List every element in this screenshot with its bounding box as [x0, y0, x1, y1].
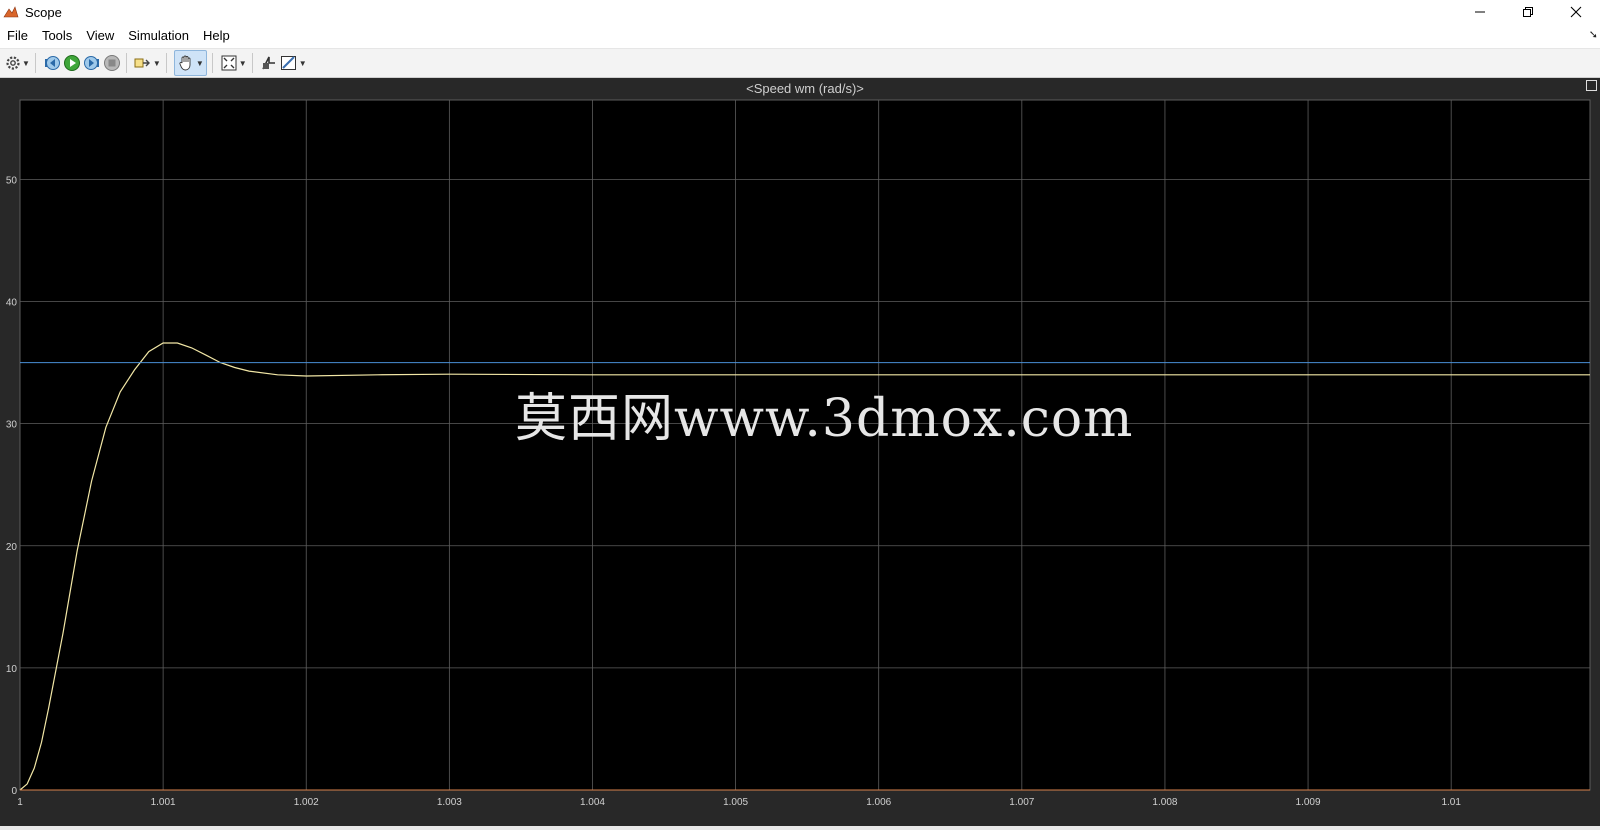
- settings-button[interactable]: ▼: [5, 51, 30, 75]
- autoscale-button[interactable]: [260, 51, 278, 75]
- step-forward-button[interactable]: [83, 51, 101, 75]
- run-icon: [63, 55, 80, 71]
- settings-gear-icon: [6, 56, 20, 70]
- restore-button[interactable]: [1504, 0, 1552, 24]
- menu-view[interactable]: View: [79, 24, 121, 48]
- y-tick-label: 30: [6, 420, 18, 431]
- menu-file[interactable]: File: [0, 24, 35, 48]
- pan-hand-icon: [179, 55, 191, 71]
- stop-button[interactable]: [103, 51, 121, 75]
- minimize-button[interactable]: [1456, 0, 1504, 24]
- toolbar-separator: [251, 53, 253, 73]
- scope-plot[interactable]: <Speed wm (rad/s)> 1 1.001 1.002 1.003 1.004…: [0, 78, 1600, 826]
- status-strip: [0, 826, 1600, 830]
- close-icon: [1570, 6, 1582, 18]
- chevron-down-icon[interactable]: ▼: [153, 59, 161, 68]
- window-controls: [1456, 0, 1600, 24]
- measurements-button[interactable]: ▼: [280, 51, 307, 75]
- measurements-icon: [280, 56, 296, 70]
- chevron-down-icon[interactable]: ▼: [239, 59, 247, 68]
- matlab-scope-icon: [3, 4, 19, 20]
- menu-tools[interactable]: Tools: [35, 24, 79, 48]
- toolbar-separator: [211, 53, 213, 73]
- menu-help[interactable]: Help: [196, 24, 237, 48]
- y-tick-label: 10: [6, 664, 18, 675]
- pan-button[interactable]: ▼: [173, 50, 207, 76]
- y-tick-label: 20: [6, 542, 18, 553]
- x-tick-label: 1.007: [1009, 797, 1034, 808]
- undock-icon[interactable]: [1586, 80, 1597, 91]
- autoscale-icon: [261, 56, 275, 70]
- title-bar: Scope: [0, 0, 1600, 24]
- y-tick-label: 0: [11, 786, 17, 797]
- step-back-button[interactable]: [43, 51, 61, 75]
- x-tick-label: 1.004: [580, 797, 605, 808]
- x-tick-label: 1.006: [866, 797, 891, 808]
- zoom-fit-icon: [221, 55, 237, 71]
- y-tick-label: 40: [6, 298, 18, 309]
- chevron-down-icon[interactable]: ▼: [196, 59, 204, 68]
- toolbar-separator: [34, 53, 36, 73]
- toolbar-separator: [125, 53, 127, 73]
- restore-icon: [1523, 7, 1533, 17]
- watermark-text: 莫西网www.3dmox.com: [515, 389, 1134, 449]
- x-tick-label: 1.008: [1152, 797, 1177, 808]
- menu-bar: File Tools View Simulation Help ➘: [0, 24, 1600, 49]
- x-tick-label: 1.001: [151, 797, 176, 808]
- x-tick-label: 1.005: [723, 797, 748, 808]
- scope-display[interactable]: <Speed wm (rad/s)> 1 1.001 1.002 1.003 1.004…: [0, 78, 1600, 826]
- stop-icon: [103, 55, 120, 71]
- toolbar: ▼ ▼ ▼ ▼ ▼: [0, 49, 1600, 78]
- x-tick-label: 1: [17, 797, 23, 808]
- x-tick-label: 1.01: [1441, 797, 1461, 808]
- toolbar-collapse-icon[interactable]: ➘: [1589, 28, 1598, 41]
- minimize-icon: [1475, 11, 1485, 13]
- y-tick-label: 50: [6, 175, 18, 186]
- step-back-icon: [44, 56, 60, 70]
- highlight-simulink-block-icon: [134, 58, 150, 68]
- zoom-fit-button[interactable]: ▼: [220, 51, 247, 75]
- plot-title: <Speed wm (rad/s)>: [746, 81, 864, 96]
- chevron-down-icon[interactable]: ▼: [299, 59, 307, 68]
- x-tick-label: 1.002: [294, 797, 319, 808]
- toolbar-separator: [165, 53, 167, 73]
- chevron-down-icon[interactable]: ▼: [22, 59, 30, 68]
- highlight-block-button[interactable]: ▼: [134, 51, 161, 75]
- close-button[interactable]: [1552, 0, 1600, 24]
- run-button[interactable]: [63, 51, 81, 75]
- x-tick-label: 1.009: [1296, 797, 1321, 808]
- step-forward-icon: [83, 56, 99, 70]
- window-title: Scope: [25, 4, 62, 20]
- menu-simulation[interactable]: Simulation: [121, 24, 196, 48]
- x-tick-label: 1.003: [437, 797, 462, 808]
